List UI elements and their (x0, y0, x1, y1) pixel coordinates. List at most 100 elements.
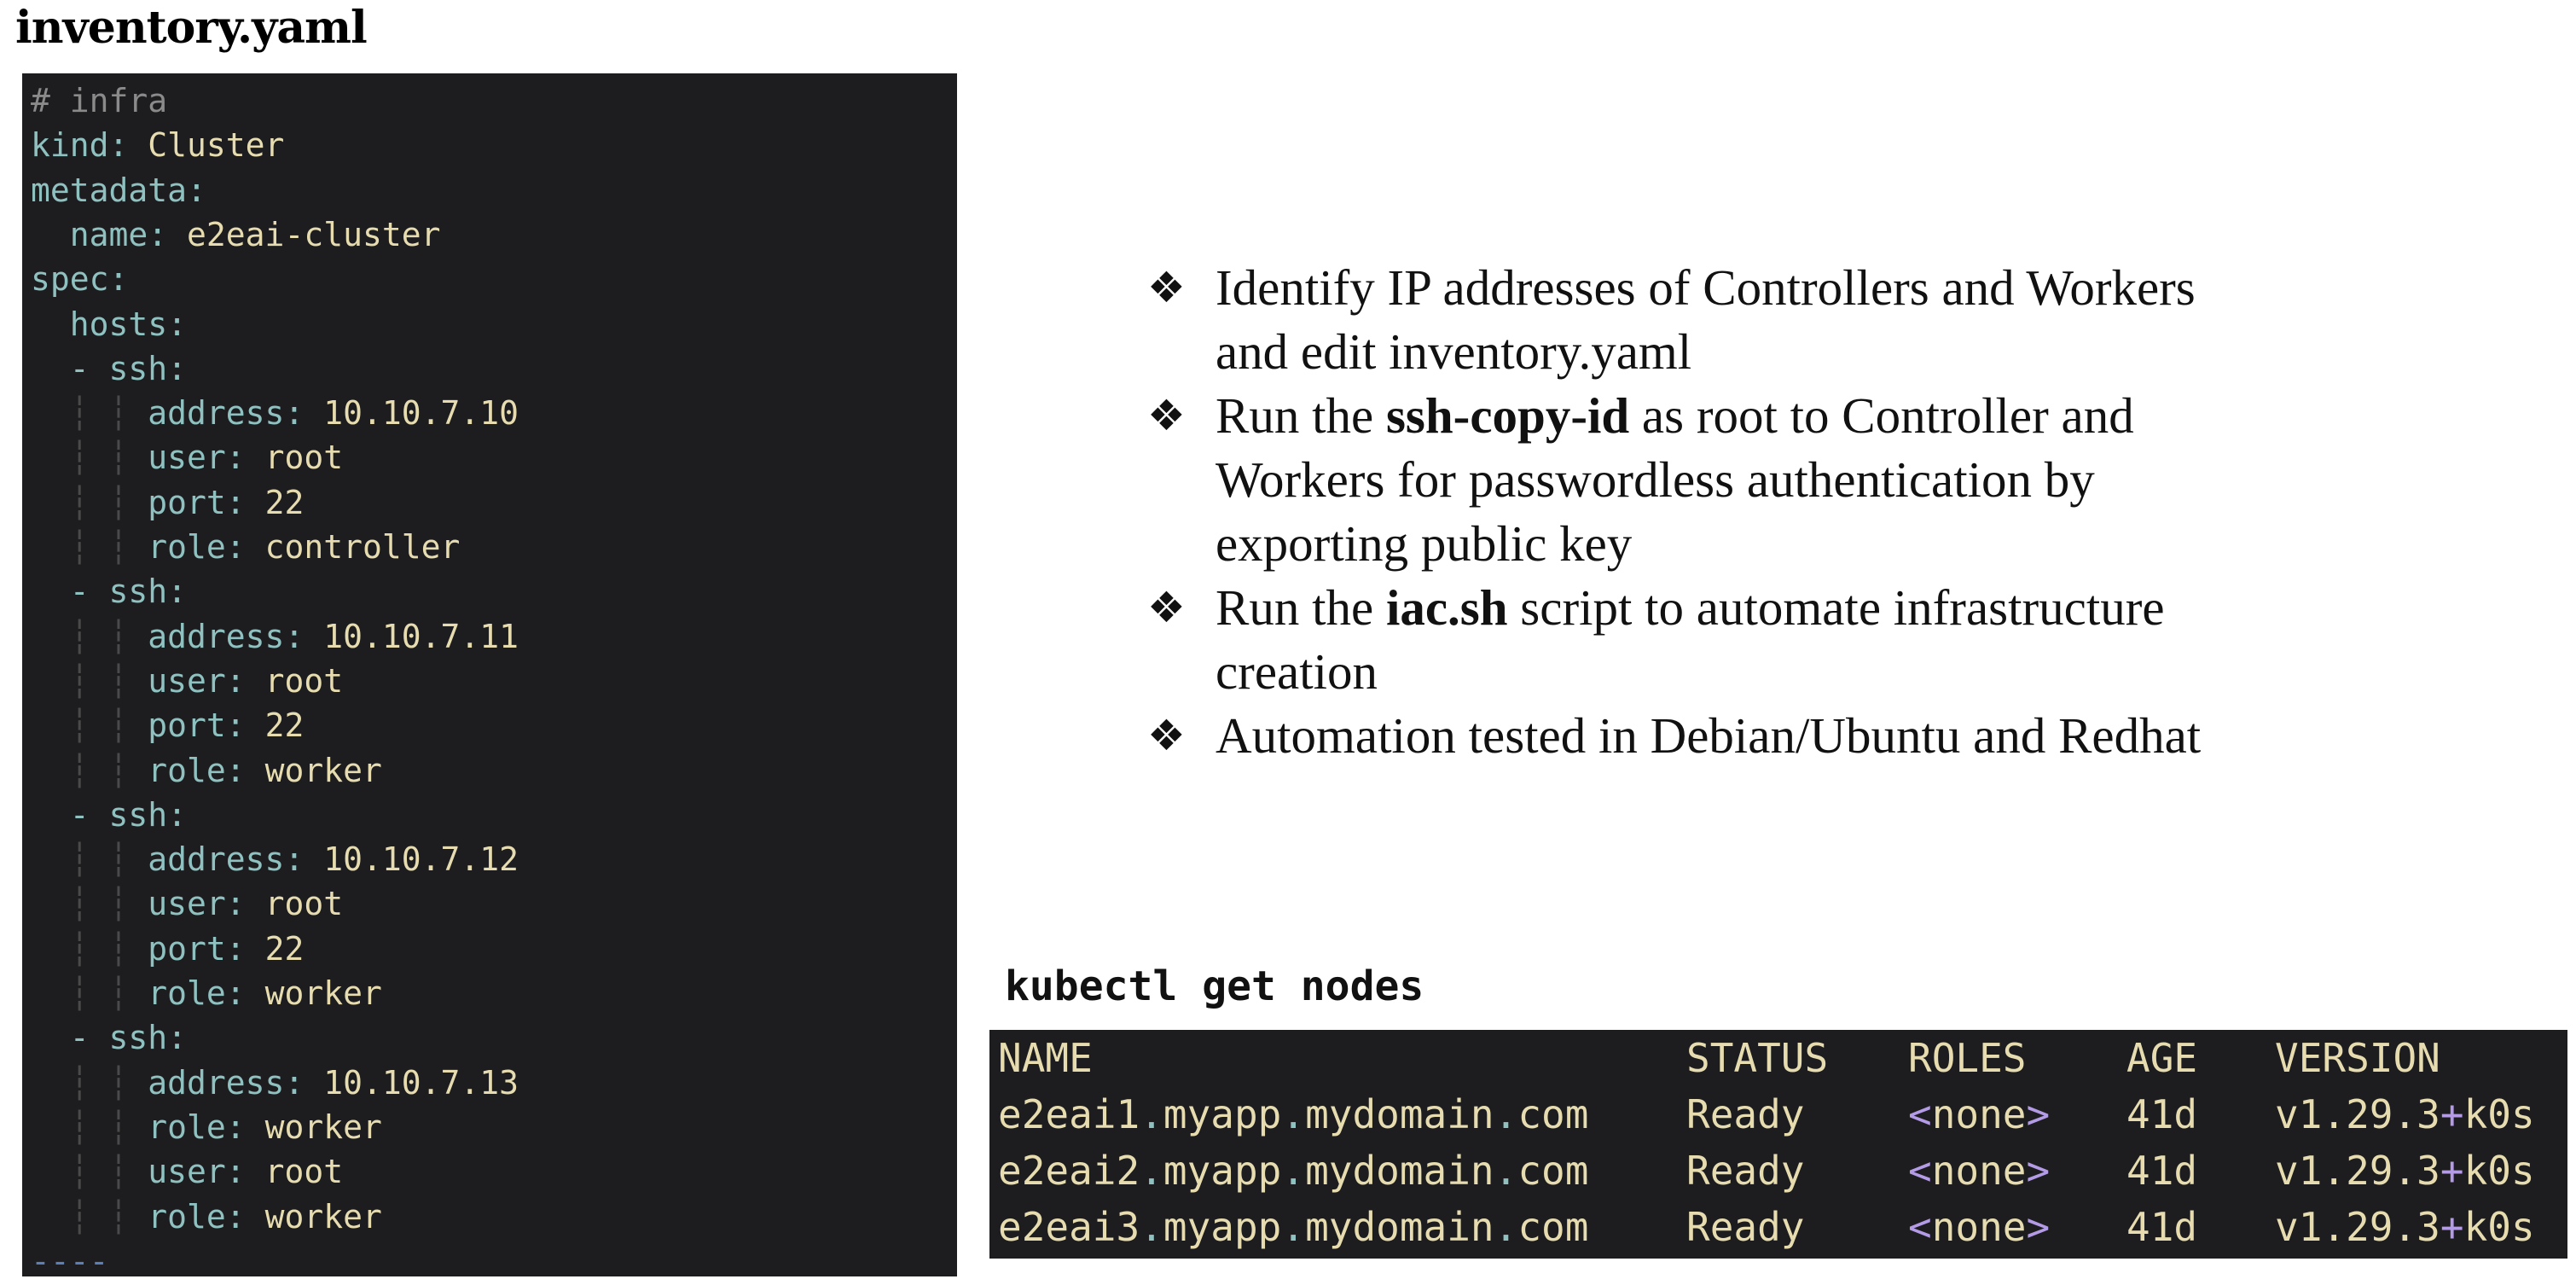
indent-guide: ┆ ┆ (31, 840, 148, 879)
yaml-colon: : (225, 1108, 246, 1146)
indent-guide: ┆ ┆ (31, 1063, 148, 1102)
yaml-key: spec (31, 260, 109, 299)
angle-close: > (2026, 1148, 2051, 1194)
node-status: Ready (1686, 1148, 1805, 1194)
yaml-key: port (148, 929, 226, 968)
yaml-line: ┆ ┆ address: 10.10.7.10 (31, 391, 519, 435)
yaml-colon: : (225, 483, 246, 521)
yaml-key: role (148, 1108, 226, 1146)
yaml-value: 10.10.7.12 (304, 840, 519, 879)
yaml-colon: : (167, 349, 188, 387)
yaml-line: ┆ ┆ role: worker (31, 971, 382, 1015)
yaml-line: metadata: (31, 168, 206, 212)
yaml-line: ┆ ┆ address: 10.10.7.13 (31, 1061, 519, 1105)
yaml-key: user (148, 1153, 226, 1191)
yaml-key: user (148, 661, 226, 700)
bullet-item: ❖ Automation tested in Debian/Ubuntu and … (1147, 704, 2256, 768)
bullet-text: Run the iac.sh script to automate infras… (1215, 579, 2165, 700)
bullet-item: ❖ Identify IP addresses of Controllers an… (1147, 256, 2256, 384)
yaml-value: root (245, 661, 344, 700)
node-age: 41d (2126, 1091, 2198, 1137)
indent-guide: ┆ ┆ (31, 1153, 148, 1191)
instruction-list: ❖ Identify IP addresses of Controllers an… (1147, 256, 2256, 768)
yaml-value: root (245, 1153, 344, 1191)
yaml-line: ┆ ┆ port: 22 (31, 927, 305, 971)
yaml-value: root (245, 439, 344, 477)
yaml-colon: : (225, 1153, 246, 1191)
yaml-colon: : (225, 528, 246, 566)
yaml-key: role (148, 751, 226, 789)
bullet-bold-term: ssh-copy-id (1385, 387, 1630, 444)
bullet-item: ❖ Run the iac.sh script to automate infra… (1147, 576, 2256, 704)
yaml-line: name: e2eai-cluster (31, 212, 441, 257)
kubectl-header-cell: STATUS (1686, 1035, 1829, 1081)
plus-sign: + (2440, 1148, 2464, 1194)
node-version: v1.29.3+k0s (2275, 1148, 2535, 1194)
angle-open: < (1908, 1148, 1932, 1194)
bullet-diamond-icon: ❖ (1147, 711, 1186, 760)
yaml-line: - ssh: (31, 346, 187, 391)
yaml-colon: : (284, 617, 305, 655)
yaml-key: port (148, 706, 226, 745)
kubectl-header-cell: NAME (998, 1035, 1093, 1081)
yaml-colon: : (167, 305, 188, 343)
yaml-value: e2eai-cluster (167, 215, 441, 253)
indent-guide: ┆ ┆ (31, 483, 148, 521)
bullet-diamond-icon: ❖ (1147, 391, 1186, 440)
list-dash: - (69, 349, 109, 387)
yaml-line: ┆ ┆ address: 10.10.7.11 (31, 614, 519, 659)
yaml-colon: : (225, 706, 246, 745)
yaml-line: ┆ ┆ user: root (31, 435, 343, 480)
yaml-colon: : (167, 795, 188, 834)
yaml-value: controller (245, 528, 461, 566)
node-version: v1.29.3+k0s (2275, 1091, 2535, 1137)
indent-guide: ┆ ┆ (31, 1108, 148, 1146)
yaml-line: ┆ ┆ role: worker (31, 1105, 382, 1149)
kubectl-node-row: e2eai1.myapp.mydomain.com Ready <none> 41d v… (989, 1086, 2567, 1143)
yaml-key: port (148, 483, 226, 521)
yaml-value: 22 (245, 483, 305, 521)
dot-separator: . (1281, 1091, 1306, 1137)
node-name: e2eai2.myapp.mydomain.com (998, 1148, 1589, 1194)
yaml-colon: : (225, 751, 246, 789)
indent-guide: ┆ ┆ (31, 885, 148, 923)
dot-separator: . (1494, 1204, 1518, 1250)
indent-guide: ┆ ┆ (31, 439, 148, 477)
list-dash: - (69, 1019, 109, 1057)
yaml-value: worker (245, 1197, 382, 1236)
bullet-diamond-icon: ❖ (1147, 583, 1186, 632)
yaml-key: ssh (108, 1019, 168, 1057)
yaml-value: worker (245, 751, 382, 789)
yaml-value: 22 (245, 706, 305, 745)
yaml-line: - ssh: (31, 1015, 187, 1060)
yaml-line: ┆ ┆ role: worker (31, 748, 382, 793)
node-name: e2eai1.myapp.mydomain.com (998, 1091, 1589, 1137)
yaml-line: ┆ ┆ role: worker (31, 1195, 382, 1239)
yaml-colon: : (284, 394, 305, 433)
yaml-key: address (148, 840, 285, 879)
yaml-value: worker (245, 974, 382, 1012)
indent-guide: ┆ ┆ (31, 661, 148, 700)
node-age: 41d (2126, 1148, 2198, 1194)
yaml-colon: : (225, 885, 246, 923)
yaml-key: user (148, 439, 226, 477)
angle-open: < (1908, 1204, 1932, 1250)
yaml-line: hosts: (31, 302, 187, 346)
yaml-line: ┆ ┆ user: root (31, 1149, 343, 1194)
dot-separator: . (1140, 1204, 1163, 1250)
yaml-key: metadata (31, 171, 188, 209)
bullet-text: Run the ssh-copy-id as root to Controlle… (1215, 387, 2134, 572)
dot-separator: . (1281, 1148, 1306, 1194)
node-status: Ready (1686, 1091, 1805, 1137)
yaml-colon: : (284, 840, 305, 879)
bullet-text: Automation tested in Debian/Ubuntu and R… (1215, 707, 2202, 764)
yaml-line: ┆ ┆ address: 10.10.7.12 (31, 837, 519, 881)
node-roles: <none> (1908, 1148, 2051, 1194)
yaml-key: user (148, 885, 226, 923)
yaml-colon: : (167, 573, 188, 611)
node-age: 41d (2126, 1204, 2198, 1250)
indent-guide: ┆ ┆ (31, 706, 148, 745)
dot-separator: . (1494, 1148, 1518, 1194)
node-roles: <none> (1908, 1091, 2051, 1137)
indent-guide: ┆ ┆ (31, 751, 148, 789)
